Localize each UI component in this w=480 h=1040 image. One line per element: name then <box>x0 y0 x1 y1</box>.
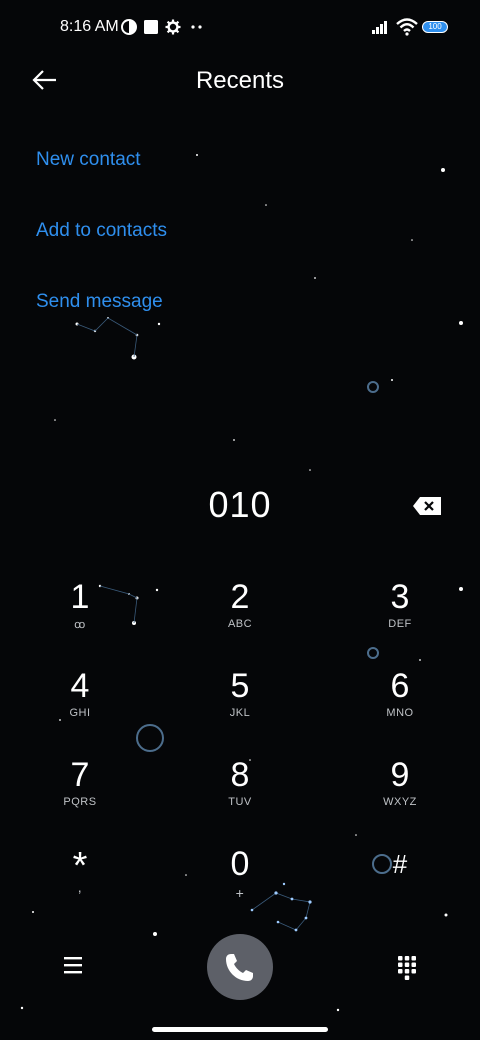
wifi-icon <box>396 18 418 36</box>
voicemail-icon: ꝏ <box>74 619 86 631</box>
key-letters: , <box>77 879 83 895</box>
phone-icon <box>226 954 253 981</box>
header: Recents <box>0 56 480 108</box>
dial-key-hash[interactable]: # <box>340 845 460 925</box>
key-letters: ABC <box>227 618 253 630</box>
key-digit: 1 <box>70 578 90 616</box>
backspace-icon[interactable] <box>410 494 444 518</box>
new-contact-link[interactable]: New contact <box>36 149 141 171</box>
dial-key-0[interactable]: 0 + <box>180 845 300 925</box>
dial-key-9[interactable]: 9 WXYZ <box>340 756 460 836</box>
key-digit: 6 <box>390 667 410 705</box>
key-digit: 9 <box>390 756 410 794</box>
settings-gear-icon <box>165 19 181 35</box>
status-bar: 8:16 AM 100 <box>0 0 480 56</box>
key-letters: WXYZ <box>383 796 417 808</box>
dial-key-4[interactable]: 4 GHI <box>20 667 140 747</box>
home-indicator[interactable] <box>152 1027 328 1032</box>
key-letters: DEF <box>388 618 412 630</box>
key-letters: TUV <box>228 796 252 808</box>
key-digit: 7 <box>70 756 90 794</box>
add-to-contacts-link[interactable]: Add to contacts <box>36 220 167 242</box>
notification-square-icon <box>144 20 158 34</box>
key-digit: 4 <box>70 667 90 705</box>
key-letters: GHI <box>69 707 91 719</box>
status-time: 8:16 AM <box>60 18 119 35</box>
key-letters: MNO <box>386 707 414 719</box>
key-digit: * <box>72 845 88 887</box>
dial-key-3[interactable]: 3 DEF <box>340 578 460 658</box>
key-digit: 0 <box>230 845 250 883</box>
dial-key-7[interactable]: 7 PQRS <box>20 756 140 836</box>
key-letters: PQRS <box>63 796 97 808</box>
more-dots-icon <box>191 25 202 29</box>
page-title: Recents <box>195 67 285 94</box>
dial-key-1[interactable]: 1 ꝏ <box>20 578 140 658</box>
dial-key-star[interactable]: * , <box>20 845 140 925</box>
key-digit: 3 <box>390 578 410 616</box>
menu-icon[interactable] <box>62 955 84 975</box>
key-digit: # <box>392 849 408 879</box>
vpn-key-icon <box>121 19 137 35</box>
dial-key-6[interactable]: 6 MNO <box>340 667 460 747</box>
key-digit: 8 <box>230 756 250 794</box>
key-letters: JKL <box>229 707 251 719</box>
key-digit: 2 <box>230 578 250 616</box>
key-letters: + <box>235 885 245 901</box>
dialpad-icon[interactable] <box>396 954 418 980</box>
dial-key-5[interactable]: 5 JKL <box>180 667 300 747</box>
signal-icon <box>372 21 387 34</box>
call-button[interactable] <box>207 934 273 1000</box>
battery-icon: 100 <box>422 21 448 33</box>
dial-key-8[interactable]: 8 TUV <box>180 756 300 836</box>
key-digit: 5 <box>230 667 250 705</box>
dialed-number: 010 <box>208 484 272 525</box>
send-message-link[interactable]: Send message <box>36 291 163 313</box>
dial-key-2[interactable]: 2 ABC <box>180 578 300 658</box>
